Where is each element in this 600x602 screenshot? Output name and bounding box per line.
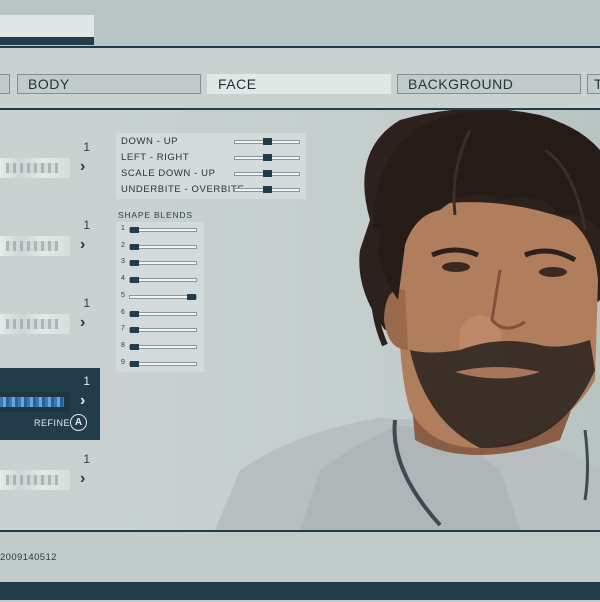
blend-number: 3 [121, 258, 125, 266]
blend-number: 9 [121, 358, 125, 366]
blend-thumb[interactable] [130, 227, 139, 233]
top-bar [0, 0, 600, 48]
title-block [0, 15, 94, 45]
blend-number: 7 [121, 325, 125, 333]
feature-preview-bar[interactable] [0, 470, 70, 490]
shape-blend-6[interactable]: 6 [116, 306, 204, 322]
blend-thumb[interactable] [187, 293, 196, 300]
shape-blends-panel: 1 2 3 4 5 6 7 8 9 [116, 222, 204, 372]
blend-number: 1 [121, 225, 125, 232]
blend-thumb[interactable] [130, 260, 139, 267]
adjust-label: DOWN - UP [121, 136, 179, 147]
feature-preview-bar[interactable] [0, 158, 70, 178]
adjust-label: SCALE DOWN - UP [121, 168, 216, 179]
shape-blend-5[interactable]: 5 [116, 289, 204, 305]
blend-track[interactable] [129, 311, 197, 316]
chevron-right-icon[interactable]: › [80, 236, 85, 254]
tab-face[interactable]: FACE [207, 74, 391, 94]
shape-blend-9[interactable]: 9 [116, 356, 204, 372]
shape-blend-4[interactable]: 4 [116, 272, 204, 288]
feature-preview-bar[interactable] [0, 236, 70, 256]
chevron-right-icon[interactable]: › [80, 392, 85, 410]
blend-number: 6 [121, 308, 125, 316]
shape-blend-1[interactable]: 1 [116, 222, 204, 238]
blend-track[interactable] [129, 228, 197, 232]
blend-thumb[interactable] [130, 310, 139, 317]
blend-track[interactable] [129, 344, 197, 349]
shape-blend-7[interactable]: 7 [116, 322, 204, 338]
feature-preview-bar[interactable] [0, 392, 70, 412]
character-left-eye [442, 262, 470, 272]
slot-count: 1 [83, 296, 90, 310]
bottom-strip [0, 582, 600, 600]
blend-track[interactable] [129, 328, 197, 333]
title-dark-strip [0, 37, 94, 45]
blend-number: 4 [121, 275, 125, 283]
feature-slider-3[interactable]: 1 › [0, 296, 100, 368]
character-right-eye [539, 267, 567, 277]
blend-number: 8 [121, 341, 125, 349]
blend-thumb[interactable] [130, 327, 139, 334]
feature-slider-2[interactable]: 1 › [0, 218, 100, 290]
chevron-right-icon[interactable]: › [80, 470, 85, 488]
feature-slider-4-selected[interactable]: 1 › REFINE A [0, 368, 100, 440]
category-tabs: BODY FACE BACKGROUND T [0, 74, 600, 96]
blend-number: 5 [121, 291, 125, 299]
tab-previous-partial[interactable] [0, 74, 10, 94]
blend-thumb[interactable] [130, 360, 139, 367]
blend-track[interactable] [129, 278, 197, 283]
slot-count: 1 [83, 452, 90, 466]
title-light-strip [0, 15, 94, 37]
tab-background[interactable]: BACKGROUND [397, 74, 581, 94]
tab-body[interactable]: BODY [17, 74, 201, 94]
slot-count: 1 [83, 374, 90, 388]
character-seed: 2009140512 [0, 552, 57, 563]
slot-count: 1 [83, 218, 90, 232]
controller-a-button-icon[interactable]: A [70, 414, 87, 431]
character-portrait [215, 110, 600, 530]
chevron-right-icon[interactable]: › [80, 314, 85, 332]
blend-track[interactable] [129, 244, 197, 249]
blend-track[interactable] [129, 261, 197, 266]
chevron-right-icon[interactable]: › [80, 158, 85, 176]
shape-blend-3[interactable]: 3 [116, 255, 204, 271]
blend-thumb[interactable] [130, 343, 139, 350]
blend-thumb[interactable] [130, 243, 139, 250]
feature-slider-1[interactable]: 1 › [0, 140, 100, 212]
tab-traits-partial[interactable]: T [587, 74, 600, 94]
blend-number: 2 [121, 241, 125, 249]
adjust-label: LEFT - RIGHT [121, 152, 190, 163]
feature-slider-5[interactable]: 1 › [0, 452, 100, 524]
shape-blend-2[interactable]: 2 [116, 239, 204, 255]
blend-thumb[interactable] [130, 277, 139, 284]
blend-track[interactable] [129, 361, 197, 366]
shape-blend-8[interactable]: 8 [116, 339, 204, 355]
slot-count: 1 [83, 140, 90, 154]
feature-preview-bar[interactable] [0, 314, 70, 334]
shape-blends-heading: SHAPE BLENDS [118, 210, 193, 220]
refine-label: REFINE [34, 418, 71, 428]
